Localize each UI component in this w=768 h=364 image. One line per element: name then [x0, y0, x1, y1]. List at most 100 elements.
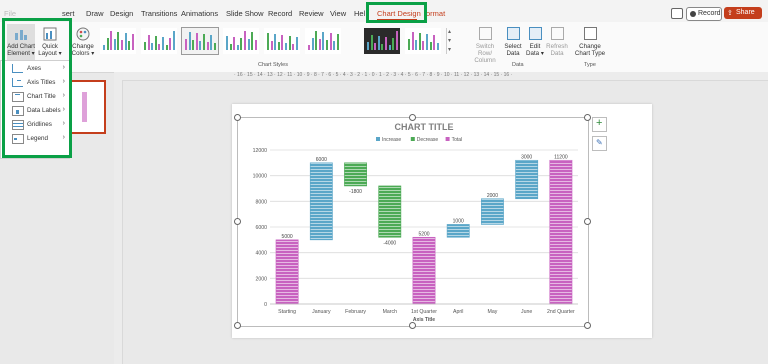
style-thumb-bar — [233, 37, 236, 50]
tab-design[interactable]: Design — [110, 9, 133, 18]
style-thumb-bar — [226, 36, 228, 50]
style-thumb-bar — [106, 38, 109, 50]
gallery-more-icon[interactable]: ▾ — [448, 46, 451, 53]
resize-handle-top[interactable] — [409, 114, 416, 121]
style-thumb-bar — [322, 32, 325, 50]
tab-draw[interactable]: Draw — [86, 9, 104, 18]
x-tick-label: May — [488, 309, 498, 315]
bar-increase — [446, 224, 470, 238]
bar-increase — [515, 159, 539, 200]
style-thumb-bar — [429, 42, 432, 50]
style-thumb-bar — [288, 36, 291, 50]
slide-thumbnail[interactable] — [70, 80, 106, 134]
style-thumb-bar — [418, 33, 421, 50]
tab-record[interactable]: Record — [268, 9, 292, 18]
gallery-down-icon[interactable]: ▾ — [448, 37, 451, 44]
style-thumb-bar — [270, 41, 273, 50]
style-thumb-bar — [154, 36, 157, 50]
waterfall-chart[interactable]: 0 2000 4000 6000 8000 10000 12000 CHART TITLE In… — [238, 118, 588, 326]
tab-view[interactable]: View — [330, 9, 346, 18]
style-thumb-bar — [308, 45, 310, 50]
style-thumb-bar — [422, 41, 425, 50]
tab-slide-show[interactable]: Slide Show — [226, 9, 264, 18]
style-thumb-bar — [128, 41, 131, 50]
style-thumb-bar — [162, 37, 164, 50]
data-label: 3000 — [521, 154, 532, 160]
style-thumb-bar — [436, 43, 439, 50]
tab-insert-partial[interactable]: sert — [62, 9, 75, 18]
resize-handle-right[interactable] — [584, 218, 591, 225]
style-thumb-bar — [172, 31, 175, 50]
change-colors-label-2: Colors ▾ — [71, 50, 95, 57]
bar-total — [275, 239, 299, 305]
tab-animations[interactable]: Animations — [181, 9, 218, 18]
x-tick-label: April — [453, 309, 463, 315]
tab-format-partial[interactable]: ormat — [426, 9, 445, 18]
style-thumb-bar — [147, 35, 150, 50]
change-colors-button[interactable]: Change Colors ▾ — [70, 24, 96, 60]
style-thumb-bar — [254, 40, 257, 50]
edit-data-button[interactable]: Edit Data ▾ — [525, 24, 545, 60]
resize-handle-bottom[interactable] — [409, 322, 416, 329]
style-thumb-bar — [292, 44, 295, 50]
chart-style-1[interactable] — [100, 28, 136, 54]
tab-transitions[interactable]: Transitions — [141, 9, 177, 18]
record-label: Record — [698, 10, 721, 17]
chart-area[interactable]: 0 2000 4000 6000 8000 10000 12000 CHART TITLE In… — [237, 117, 589, 327]
tab-help-partial[interactable]: Hel — [354, 9, 365, 18]
resize-handle-bottom-left[interactable] — [234, 322, 241, 329]
x-tick-label: March — [383, 309, 398, 315]
style-thumb-bar — [151, 43, 154, 50]
resize-handle-left[interactable] — [234, 218, 241, 225]
chart-style-6[interactable] — [305, 28, 341, 54]
change-chart-type-button[interactable]: Change Chart Type — [574, 24, 606, 60]
select-data-button[interactable]: Select Data — [502, 24, 524, 60]
refresh-data-icon — [551, 27, 564, 40]
chart-style-8[interactable] — [405, 28, 441, 54]
resize-handle-bottom-right[interactable] — [584, 322, 591, 329]
chart-style-3[interactable] — [181, 27, 219, 55]
chart-style-7[interactable] — [364, 28, 400, 54]
y-tick-label: 12000 — [253, 148, 268, 154]
resize-handle-top-left[interactable] — [234, 114, 241, 121]
type-group-label: Type — [584, 62, 596, 68]
switch-row-column-icon — [479, 27, 492, 40]
refresh-data-button[interactable]: Refresh Data — [546, 24, 568, 60]
style-thumb-bar — [103, 45, 105, 50]
resize-handle-top-right[interactable] — [584, 114, 591, 121]
style-thumb-bar — [385, 37, 387, 50]
style-thumb-bar — [318, 39, 321, 50]
style-thumb-bar — [210, 35, 213, 50]
chart-styles-button[interactable]: ✎ — [592, 136, 607, 151]
legend-label: Increase — [382, 137, 401, 143]
record-dot-icon — [690, 11, 696, 17]
tab-file-partial[interactable]: File — [4, 9, 16, 18]
style-thumb-bar — [274, 34, 277, 50]
gallery-scroll[interactable]: ▴ ▾ ▾ — [446, 28, 455, 54]
legend-label: Decrease — [417, 137, 439, 143]
style-thumb-bar — [295, 37, 298, 50]
chart-style-4[interactable] — [223, 28, 259, 54]
chart-title: CHART TITLE — [395, 122, 454, 132]
y-tick-label: 10000 — [253, 174, 268, 180]
share-button[interactable]: ⇪ Share — [724, 7, 762, 19]
tab-review[interactable]: Review — [299, 9, 324, 18]
gallery-up-icon[interactable]: ▴ — [448, 28, 451, 35]
y-tick-label: 2000 — [255, 276, 267, 282]
y-tick-label: 4000 — [255, 251, 267, 257]
share-label: Share — [736, 9, 755, 16]
switch-row-column-button[interactable]: Switch Row/ Column — [470, 24, 500, 64]
chart-elements-button[interactable]: + — [592, 117, 607, 132]
chart-style-5[interactable] — [264, 28, 300, 54]
legend-label: Total — [452, 137, 463, 143]
record-button[interactable]: Record — [686, 7, 722, 21]
style-thumb-bar — [329, 33, 332, 50]
data-label: -4000 — [383, 240, 396, 246]
style-thumb-bar — [381, 44, 384, 50]
share-icon: ⇪ — [727, 10, 733, 17]
select-data-label-1: Select — [504, 43, 522, 50]
style-thumb-bar — [169, 38, 172, 50]
comments-icon[interactable] — [671, 8, 683, 19]
style-thumb-bar — [388, 45, 391, 50]
chart-style-2[interactable] — [141, 28, 177, 54]
